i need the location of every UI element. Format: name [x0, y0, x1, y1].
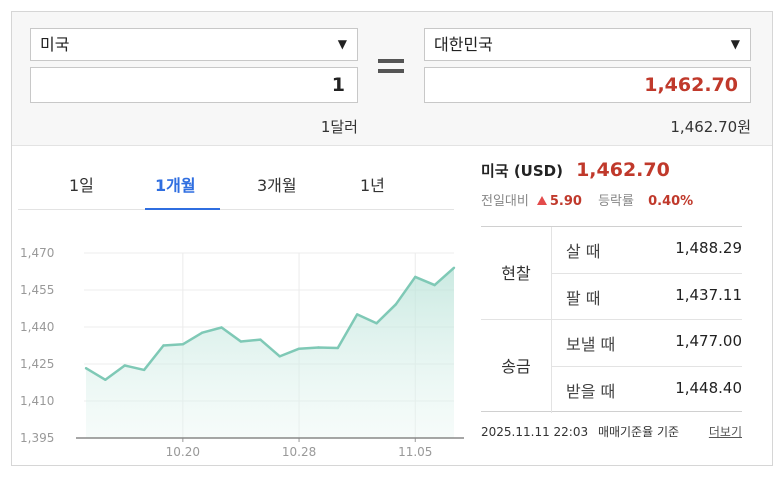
x-tick-label: 10.20 [166, 445, 200, 459]
data-point [84, 366, 88, 370]
data-point [375, 322, 378, 325]
to-currency-value: 대한민국 [434, 35, 493, 54]
data-point [220, 326, 223, 329]
rate-header: 미국 (USD) 1,462.70 [481, 159, 751, 181]
send-label: 보낼 때 [566, 335, 616, 354]
data-point [181, 343, 185, 346]
data-point [394, 303, 398, 306]
data-point [142, 368, 146, 372]
rate-percent: 0.40% [648, 194, 694, 209]
send-value: 1,477.00 [675, 332, 742, 350]
rate-value: 1,462.70 [576, 159, 670, 181]
data-point [201, 331, 204, 334]
from-currency-select[interactable]: 미국 ▼ [30, 28, 358, 61]
to-unit-label: 1,462.70원 [670, 118, 751, 136]
buy-value: 1,488.29 [675, 239, 742, 257]
wire-group: 송금 보낼 때 1,477.00 받을 때 1,448.40 [481, 319, 742, 413]
rate-chart-svg: 1,470 1,455 1,440 1,425 1,410 1,395 10.20 10.28… [20, 246, 464, 459]
from-unit-label: 1달러 [320, 118, 358, 136]
period-tabs: 1일 1개월 3개월 1년 [18, 164, 454, 210]
table-row: 팔 때 1,437.11 [552, 273, 742, 319]
rate-table: 현찰 살 때 1,488.29 팔 때 1,437.11 송금 보낼 때 1,4… [481, 226, 742, 413]
equals-icon [378, 59, 404, 75]
data-point [452, 266, 456, 269]
x-tick-label: 11.05 [398, 445, 432, 459]
rate-chart[interactable]: 1,470 1,455 1,440 1,425 1,410 1,395 10.20 10.28… [18, 226, 468, 461]
rate-change: 전일대비 5.90 등락률 0.40% [481, 190, 693, 209]
chevron-down-icon: ▼ [730, 37, 740, 51]
y-tick-label: 1,410 [20, 394, 54, 408]
data-point [414, 275, 417, 279]
chevron-down-icon: ▼ [337, 37, 347, 51]
to-currency-select[interactable]: 대한민국 ▼ [424, 28, 751, 61]
area-fill [86, 267, 454, 438]
from-amount-input[interactable]: 1 [30, 67, 358, 103]
data-point [278, 355, 281, 358]
data-point [336, 346, 339, 350]
data-point [123, 364, 126, 367]
to-amount-input[interactable]: 1,462.70 [424, 67, 751, 103]
data-point [162, 344, 165, 347]
data-point [104, 378, 107, 381]
receive-label: 받을 때 [566, 382, 616, 401]
receive-value: 1,448.40 [675, 379, 742, 397]
converter-panel: 미국 ▼ 1 1달러 대한민국 ▼ 1,462.70 1,462.70원 [12, 12, 772, 146]
sell-label: 팔 때 [566, 289, 601, 308]
y-tick-label: 1,455 [20, 283, 54, 297]
rate-label: 등락률 [598, 194, 634, 209]
y-tick-label: 1,440 [20, 320, 54, 334]
table-row: 보낼 때 1,477.00 [552, 320, 742, 366]
y-tick-label: 1,425 [20, 357, 54, 371]
up-arrow-icon [536, 196, 547, 205]
x-tick-label: 10.28 [282, 445, 316, 459]
tab-1day[interactable]: 1일 [69, 172, 94, 196]
data-point [317, 346, 320, 349]
tab-3months[interactable]: 3개월 [257, 172, 297, 196]
cash-label: 현찰 [481, 227, 552, 320]
more-link[interactable]: 더보기 [709, 423, 742, 440]
data-point [297, 347, 301, 350]
tab-1year[interactable]: 1년 [360, 172, 385, 196]
timestamp: 2025.11.11 22:03 [481, 425, 589, 439]
y-tick-label: 1,470 [20, 246, 54, 260]
change-label: 전일대비 [481, 194, 529, 209]
tab-1month[interactable]: 1개월 [155, 172, 196, 196]
buy-label: 살 때 [566, 242, 601, 261]
data-point [433, 283, 436, 287]
basis-label: 매매기준율 기준 [597, 425, 680, 439]
from-currency-value: 미국 [40, 35, 70, 54]
change-value: 5.90 [549, 194, 582, 209]
rate-title: 미국 (USD) [481, 161, 563, 180]
table-row: 살 때 1,488.29 [552, 227, 742, 273]
table-row: 받을 때 1,448.40 [552, 366, 742, 412]
y-tick-label: 1,395 [20, 431, 54, 445]
active-tab-indicator [145, 208, 220, 210]
wire-label: 송금 [481, 320, 552, 413]
data-point [259, 338, 262, 341]
footer: 2025.11.11 22:03 매매기준율 기준 더보기 [481, 423, 742, 440]
cash-group: 현찰 살 때 1,488.29 팔 때 1,437.11 [481, 227, 742, 320]
data-point [355, 313, 359, 316]
sell-value: 1,437.11 [675, 286, 742, 304]
data-point [239, 340, 243, 343]
